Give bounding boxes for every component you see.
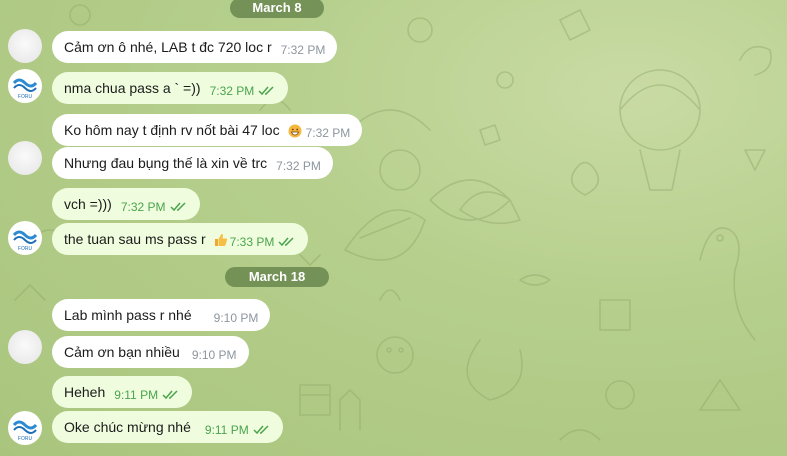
message-time: 9:10 PM bbox=[191, 347, 237, 362]
message-text: nma chua pass a ` =)) bbox=[64, 80, 201, 96]
message-text: Lab mình pass r nhé bbox=[64, 307, 192, 323]
read-checkmarks-icon bbox=[258, 85, 276, 96]
message-text: vch =))) bbox=[64, 196, 112, 212]
message-text: Heheh bbox=[64, 384, 106, 400]
message-bubble-incoming[interactable]: Ko hôm nay t định rv nốt bài 47 loc 7:32… bbox=[52, 114, 363, 146]
message-text: Nhưng đau bụng thế là xin về trc bbox=[64, 155, 268, 171]
read-checkmarks-icon bbox=[170, 201, 188, 212]
date-separator-march-8: March 8 bbox=[230, 0, 324, 18]
thumbs-up-icon[interactable] bbox=[214, 233, 228, 247]
avatar-logo-text: FORU bbox=[18, 94, 33, 100]
message-time: 7:32 PM bbox=[209, 83, 255, 98]
message-bubble-incoming[interactable]: Nhưng đau bụng thế là xin về trc 7:32 PM bbox=[52, 147, 333, 179]
message-bubble-outgoing[interactable]: Heheh 9:11 PM bbox=[52, 376, 193, 408]
avatar-logo-text: FORU bbox=[18, 436, 33, 442]
own-avatar[interactable]: FORU bbox=[8, 221, 42, 255]
read-checkmarks-icon bbox=[162, 389, 180, 400]
contact-avatar[interactable] bbox=[8, 330, 42, 364]
message-time: 9:11 PM bbox=[204, 422, 249, 437]
message-bubble-outgoing[interactable]: nma chua pass a ` =)) 7:32 PM bbox=[52, 72, 289, 104]
message-bubble-outgoing[interactable]: the tuan sau ms pass r 7:33 PM bbox=[52, 223, 309, 255]
wave-logo-icon: FORU bbox=[12, 78, 38, 100]
wave-logo-icon: FORU bbox=[12, 230, 38, 252]
contact-avatar[interactable] bbox=[8, 141, 42, 175]
message-time: 7:32 PM bbox=[120, 199, 166, 214]
message-time: 7:32 PM bbox=[276, 158, 321, 173]
message-text: Cảm ơn bạn nhiều bbox=[64, 344, 180, 360]
own-avatar[interactable]: FORU bbox=[8, 411, 42, 445]
message-time: 7:32 PM bbox=[305, 125, 351, 140]
date-separator-march-18: March 18 bbox=[225, 267, 329, 287]
read-checkmarks-icon bbox=[253, 424, 271, 435]
message-text: Oke chúc mừng nhé bbox=[64, 419, 191, 435]
read-checkmarks-icon bbox=[278, 236, 296, 247]
grinning-face-icon[interactable] bbox=[288, 124, 302, 138]
own-avatar[interactable]: FORU bbox=[8, 69, 42, 103]
message-text: Ko hôm nay t định rv nốt bài 47 loc bbox=[64, 122, 280, 138]
message-time: 9:10 PM bbox=[213, 310, 259, 325]
message-text: Cảm ơn ô nhé, LAB t đc 720 loc r bbox=[64, 39, 272, 55]
wave-logo-icon: FORU bbox=[12, 420, 38, 442]
message-text: the tuan sau ms pass r bbox=[64, 231, 206, 247]
message-bubble-outgoing[interactable]: vch =))) 7:32 PM bbox=[52, 188, 200, 220]
message-time: 7:32 PM bbox=[280, 42, 326, 57]
message-time: 9:11 PM bbox=[114, 387, 159, 402]
message-bubble-outgoing[interactable]: Oke chúc mừng nhé 9:11 PM bbox=[52, 411, 283, 443]
avatar-logo-text: FORU bbox=[18, 246, 33, 252]
message-time: 7:33 PM bbox=[229, 234, 275, 249]
message-bubble-incoming[interactable]: Cảm ơn bạn nhiều 9:10 PM bbox=[52, 336, 249, 368]
message-bubble-incoming[interactable]: Cảm ơn ô nhé, LAB t đc 720 loc r 7:32 PM bbox=[52, 31, 338, 63]
message-bubble-incoming[interactable]: Lab mình pass r nhé 9:10 PM bbox=[52, 299, 271, 331]
contact-avatar[interactable] bbox=[8, 29, 42, 63]
